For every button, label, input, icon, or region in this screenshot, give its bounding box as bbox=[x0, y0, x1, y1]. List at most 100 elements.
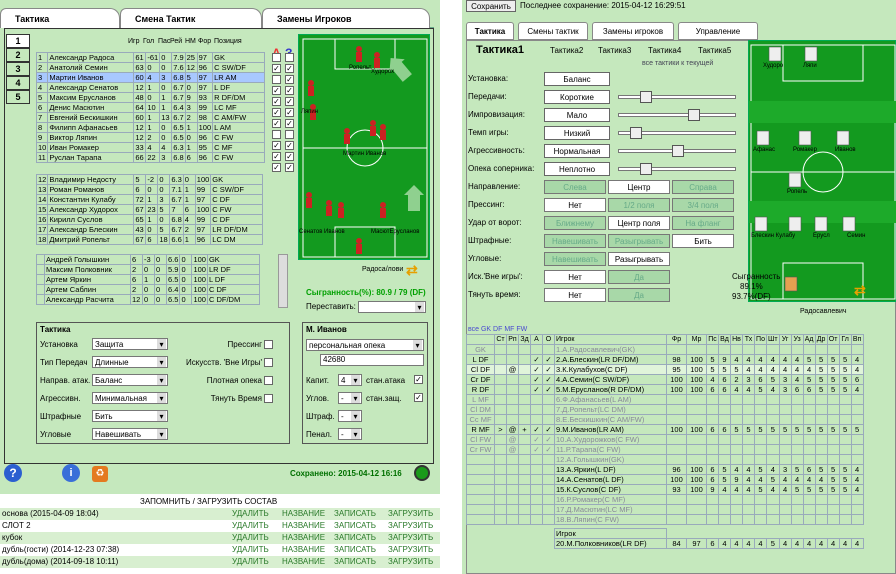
table-cell[interactable] bbox=[466, 504, 495, 515]
field-player-ivanov[interactable]: Мартин Иванов bbox=[343, 151, 386, 157]
table-cell[interactable] bbox=[518, 504, 531, 515]
lineup-action-link[interactable]: ЗАПИСАТЬ bbox=[334, 545, 376, 554]
tactic-dropdown[interactable]: Минимальная bbox=[92, 392, 168, 404]
table-row[interactable]: Ст Рп Зд А О Игрок Фр Мр Пс Вд Нв Тх По Шт Уг Уз Ад Др От Г… bbox=[466, 334, 864, 345]
table-cell[interactable] bbox=[466, 484, 495, 495]
table-cell[interactable]: Рп bbox=[506, 334, 519, 345]
table-cell[interactable]: ✓ bbox=[542, 374, 555, 385]
tactic-dropdown[interactable]: Защита bbox=[92, 338, 168, 350]
table-cell[interactable] bbox=[518, 474, 531, 485]
table-cell[interactable] bbox=[466, 464, 495, 475]
table-cell[interactable] bbox=[494, 394, 507, 405]
rf-player-lyapin[interactable]: Ляпи bbox=[803, 63, 817, 69]
player-row[interactable]: 10 Иван Ромакер 33 4 4 6.3 1 95 C MF bbox=[35, 142, 266, 153]
table-cell[interactable] bbox=[530, 414, 543, 425]
table-cell[interactable] bbox=[518, 384, 531, 395]
table-cell[interactable]: ✓ bbox=[542, 354, 555, 365]
tactic-checkbox[interactable] bbox=[264, 340, 273, 349]
defense-checkbox[interactable]: ✓ bbox=[285, 86, 294, 95]
marking-dropdown[interactable]: персональная опека bbox=[306, 339, 424, 351]
table-cell[interactable] bbox=[518, 394, 531, 405]
table-cell[interactable] bbox=[542, 484, 555, 495]
rf-player-ivanov[interactable]: Иванов bbox=[835, 147, 856, 153]
table-cell[interactable]: ✓ bbox=[530, 374, 543, 385]
table-cell[interactable]: L DF bbox=[466, 354, 495, 365]
table-cell[interactable] bbox=[518, 354, 531, 365]
table-cell[interactable] bbox=[466, 514, 495, 525]
table-cell[interactable]: ✓ bbox=[530, 354, 543, 365]
segment-option[interactable]: Разыгрывать bbox=[608, 234, 670, 248]
table-row[interactable]: Cl DF @ ✓ ✓ 3.К.Кулабухов(C DF) 95 100 5 5 5 4 4 4 4 4… bbox=[466, 364, 864, 375]
defense-checkbox[interactable]: ✓ bbox=[285, 152, 294, 161]
player-row[interactable]: 8 Филипп Афанасьев 12 1 0 6.5 1 100 L AM bbox=[35, 122, 266, 133]
table-cell[interactable] bbox=[494, 484, 507, 495]
table-cell[interactable] bbox=[542, 504, 555, 515]
table-cell[interactable] bbox=[518, 514, 531, 525]
lineup-action-link[interactable]: ЗАПИСАТЬ bbox=[334, 557, 376, 566]
all-tactics-link[interactable]: все тактики к текущей bbox=[642, 60, 713, 67]
table-cell[interactable]: @ bbox=[506, 434, 519, 445]
attack-checkbox[interactable]: ✓ bbox=[272, 163, 281, 172]
slider-knob[interactable] bbox=[687, 109, 700, 121]
table-cell[interactable] bbox=[518, 404, 531, 415]
slider-knob[interactable] bbox=[629, 127, 642, 139]
lineup-action-link[interactable]: НАЗВАНИЕ bbox=[282, 521, 325, 530]
table-row[interactable]: 17.Д.Масютин(LC MF) bbox=[466, 504, 864, 515]
table-row[interactable]: 12.А.Голышкин(GK) bbox=[466, 454, 864, 465]
table-cell[interactable] bbox=[494, 374, 507, 385]
table-cell[interactable]: R MF bbox=[466, 424, 495, 435]
attack-checkbox[interactable] bbox=[272, 130, 281, 139]
lineup-action-link[interactable]: ЗАПИСАТЬ bbox=[334, 521, 376, 530]
segment-option[interactable]: Да bbox=[608, 288, 670, 302]
std-attack-checkbox[interactable]: ✓ bbox=[414, 375, 423, 384]
table-cell[interactable]: Cr FW bbox=[466, 444, 495, 455]
segment-option[interactable]: Бить bbox=[672, 234, 734, 248]
table-cell[interactable]: L MF bbox=[466, 394, 495, 405]
table-row[interactable]: 14.А.Сенатов(L DF) 100 100 6 5 9 4 4 5 4 4 4 4 5 5 4 bbox=[466, 474, 864, 485]
table-cell[interactable]: ✓ bbox=[542, 424, 555, 435]
lineup-action-link[interactable]: УДАЛИТЬ bbox=[232, 557, 269, 566]
lineup-tab-5[interactable]: 5 bbox=[6, 90, 30, 104]
table-cell[interactable] bbox=[494, 514, 507, 525]
table-cell[interactable]: R DF bbox=[466, 384, 495, 395]
defense-checkbox[interactable]: ✓ bbox=[285, 163, 294, 172]
table-cell[interactable] bbox=[506, 414, 519, 425]
table-cell[interactable] bbox=[506, 384, 519, 395]
attack-checkbox[interactable]: ✓ bbox=[272, 86, 281, 95]
attack-checkbox[interactable]: ✓ bbox=[272, 119, 281, 128]
table-cell[interactable] bbox=[530, 394, 543, 405]
lineup-action-link[interactable]: ЗАГРУЗИТЬ bbox=[388, 545, 433, 554]
player-row[interactable]: 18 Дмитрий Ропельт 67 6 18 6.6 1 96 LC DM bbox=[35, 234, 264, 245]
table-cell[interactable] bbox=[542, 494, 555, 505]
segment-option[interactable]: Слева bbox=[544, 180, 606, 194]
reserves-scrollbar[interactable] bbox=[278, 254, 288, 308]
player-row[interactable]: Максим Полковник 2 0 0 5.9 0 100 LR DF bbox=[36, 264, 260, 275]
table-cell[interactable] bbox=[494, 504, 507, 515]
defense-checkbox[interactable]: ✓ bbox=[285, 75, 294, 84]
table-cell[interactable] bbox=[506, 404, 519, 415]
swap-dropdown[interactable] bbox=[358, 301, 426, 313]
table-cell[interactable]: ✓ bbox=[542, 444, 555, 455]
tactic-checkbox[interactable] bbox=[264, 394, 273, 403]
lineup-action-link[interactable]: УДАЛИТЬ bbox=[232, 521, 269, 530]
segment-option[interactable]: Нет bbox=[544, 288, 606, 302]
position-filter[interactable]: все GK DF MF FW bbox=[468, 326, 527, 333]
marking-code-input[interactable]: 42680 bbox=[320, 354, 424, 366]
table-cell[interactable] bbox=[506, 484, 519, 495]
table-cell[interactable] bbox=[542, 394, 555, 405]
table-cell[interactable] bbox=[518, 484, 531, 495]
rf-player-khudoro[interactable]: Худоро bbox=[763, 63, 783, 69]
lineup-action-link[interactable]: УДАЛИТЬ bbox=[232, 509, 269, 518]
table-cell[interactable] bbox=[542, 514, 555, 525]
defense-checkbox[interactable] bbox=[285, 53, 294, 62]
lineup-action-link[interactable]: ЗАГРУЗИТЬ bbox=[388, 509, 433, 518]
lineup-action-link[interactable]: ЗАГРУЗИТЬ bbox=[388, 533, 433, 542]
field-player-khudoroh[interactable]: Худорох bbox=[371, 69, 394, 75]
table-cell[interactable]: Cl DF bbox=[466, 364, 495, 375]
table-cell[interactable]: ✓ bbox=[530, 424, 543, 435]
table-cell[interactable] bbox=[530, 514, 543, 525]
player-row[interactable]: 13 Роман Романов 6 0 0 7.1 1 99 C SW/DF bbox=[35, 184, 264, 195]
table-cell[interactable] bbox=[494, 364, 507, 375]
attack-checkbox[interactable] bbox=[272, 53, 281, 62]
corner-dropdown[interactable]: - bbox=[338, 392, 362, 404]
